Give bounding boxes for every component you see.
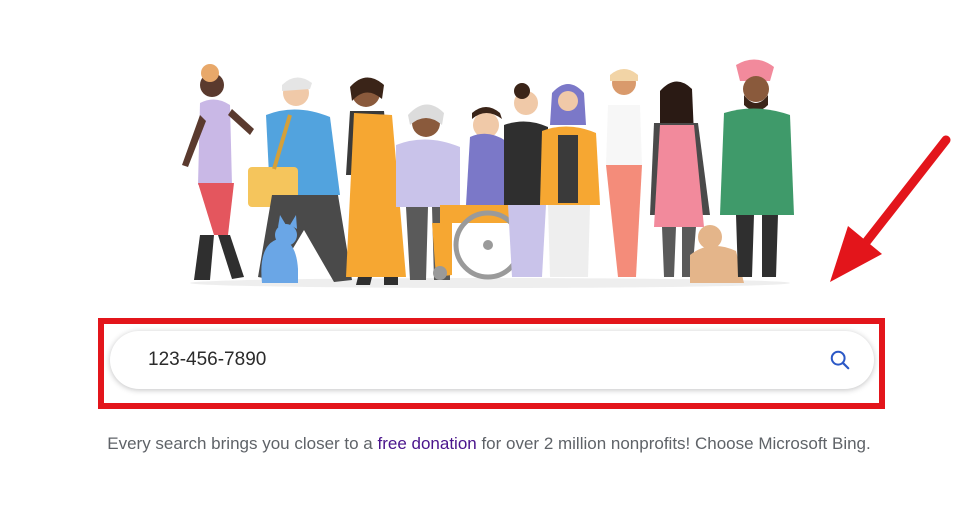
- search-button[interactable]: [812, 332, 868, 388]
- tagline-prefix: Every search brings you closer to a: [107, 434, 378, 453]
- search-input[interactable]: [110, 331, 812, 389]
- search-icon: [830, 350, 850, 370]
- person-man-white-top: [606, 69, 642, 277]
- search-box[interactable]: [110, 331, 874, 389]
- person-woman-hijab: [540, 84, 600, 277]
- people-illustration: [182, 59, 794, 288]
- person-man-blue-shirt: [248, 77, 352, 282]
- free-donation-link[interactable]: free donation: [377, 434, 476, 453]
- person-walking-woman: [182, 64, 254, 280]
- blue-cat: [261, 215, 298, 283]
- dog: [690, 225, 744, 283]
- tagline-suffix: for over 2 million nonprofits! Choose Mi…: [476, 434, 871, 453]
- person-woman-pink-dress: [650, 81, 710, 277]
- tagline: Every search brings you closer to a free…: [0, 434, 978, 454]
- person-man-green-kurta: [720, 59, 794, 277]
- red-arrow-icon: [830, 135, 951, 282]
